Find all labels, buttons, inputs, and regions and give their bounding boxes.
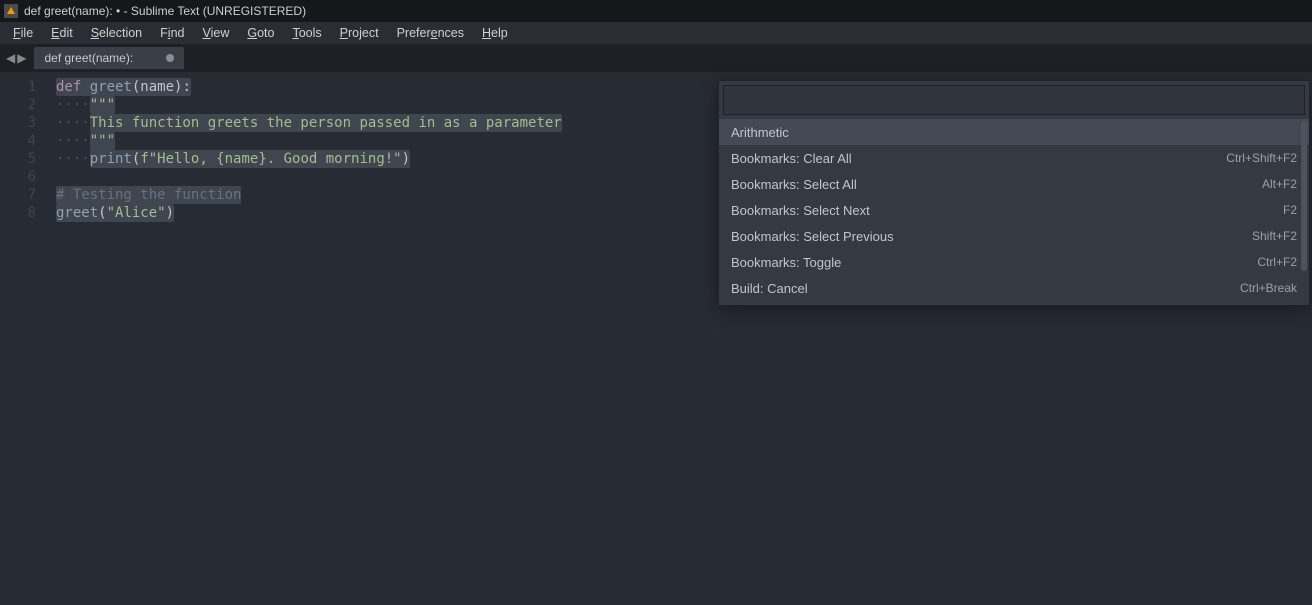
command-palette-item[interactable]: Bookmarks: Toggle Ctrl+F2 <box>719 249 1309 275</box>
command-palette-item-shortcut: Ctrl+Shift+F2 <box>1226 151 1297 165</box>
command-palette-item[interactable]: Bookmarks: Select All Alt+F2 <box>719 171 1309 197</box>
command-palette-item-label: Bookmarks: Select Next <box>731 203 870 218</box>
line-number: 5 <box>0 150 46 168</box>
menu-edit[interactable]: Edit <box>42 24 82 42</box>
command-palette-input[interactable] <box>723 85 1305 115</box>
menu-selection[interactable]: Selection <box>82 24 151 42</box>
code-line[interactable]: ····print(f"Hello, {name}. Good morning!… <box>56 150 562 168</box>
menu-view[interactable]: View <box>193 24 238 42</box>
window-titlebar: def greet(name): • - Sublime Text (UNREG… <box>0 0 1312 22</box>
line-number: 6 <box>0 168 46 186</box>
line-number: 4 <box>0 132 46 150</box>
tab-bar: ◀ ▶ def greet(name): <box>0 44 1312 72</box>
command-palette-item-shortcut: F2 <box>1283 203 1297 217</box>
command-palette: Arithmetic Bookmarks: Clear All Ctrl+Shift… <box>718 80 1310 306</box>
menu-project[interactable]: Project <box>331 24 388 42</box>
code-line[interactable]: ····This function greets the person pass… <box>56 114 562 132</box>
command-palette-item[interactable]: Arithmetic <box>719 119 1309 145</box>
menu-goto[interactable]: Goto <box>238 24 283 42</box>
tab-prev-icon[interactable]: ◀ <box>6 51 15 65</box>
command-palette-scrollbar[interactable] <box>1301 121 1307 271</box>
tab-file[interactable]: def greet(name): <box>34 47 184 69</box>
command-palette-item-label: Bookmarks: Toggle <box>731 255 841 270</box>
code-line[interactable]: # Testing the function <box>56 186 562 204</box>
menu-help[interactable]: Help <box>473 24 517 42</box>
command-palette-item-label: Build: Cancel <box>731 281 808 296</box>
menu-file[interactable]: File <box>4 24 42 42</box>
line-number: 3 <box>0 114 46 132</box>
line-number: 1 <box>0 78 46 96</box>
command-palette-item-shortcut: Shift+F2 <box>1252 229 1297 243</box>
command-palette-item[interactable]: Build: Cancel Ctrl+Break <box>719 275 1309 301</box>
code-line[interactable]: def greet(name): <box>56 78 562 96</box>
command-palette-item-shortcut: Ctrl+F2 <box>1257 255 1297 269</box>
command-palette-item-shortcut: Ctrl+Break <box>1240 281 1297 295</box>
code-line[interactable]: greet("Alice") <box>56 204 562 222</box>
menubar: File Edit Selection Find View Goto Tools… <box>0 22 1312 44</box>
command-palette-item-label: Bookmarks: Select Previous <box>731 229 894 244</box>
line-number: 7 <box>0 186 46 204</box>
code-content[interactable]: def greet(name):····"""····This function… <box>56 78 562 222</box>
command-palette-item-label: Bookmarks: Select All <box>731 177 857 192</box>
command-palette-item-shortcut: Alt+F2 <box>1262 177 1297 191</box>
line-number: 2 <box>0 96 46 114</box>
code-line[interactable] <box>56 168 562 186</box>
window-title: def greet(name): • - Sublime Text (UNREG… <box>24 4 306 18</box>
tab-next-icon[interactable]: ▶ <box>17 51 26 65</box>
command-palette-item-label: Bookmarks: Clear All <box>731 151 852 166</box>
unsaved-indicator-icon <box>166 54 174 62</box>
menu-preferences[interactable]: Preferences <box>388 24 473 42</box>
command-palette-item[interactable]: Bookmarks: Clear All Ctrl+Shift+F2 <box>719 145 1309 171</box>
tab-label: def greet(name): <box>44 51 133 65</box>
menu-tools[interactable]: Tools <box>283 24 330 42</box>
code-line[interactable]: ····""" <box>56 96 562 114</box>
command-palette-item[interactable]: Bookmarks: Select Next F2 <box>719 197 1309 223</box>
line-number-gutter: 12345678 <box>0 72 46 605</box>
code-line[interactable]: ····""" <box>56 132 562 150</box>
app-icon <box>4 4 18 18</box>
line-number: 8 <box>0 204 46 222</box>
menu-find[interactable]: Find <box>151 24 193 42</box>
command-palette-list: Arithmetic Bookmarks: Clear All Ctrl+Shift… <box>719 119 1309 301</box>
command-palette-item[interactable]: Bookmarks: Select Previous Shift+F2 <box>719 223 1309 249</box>
command-palette-item-label: Arithmetic <box>731 125 789 140</box>
